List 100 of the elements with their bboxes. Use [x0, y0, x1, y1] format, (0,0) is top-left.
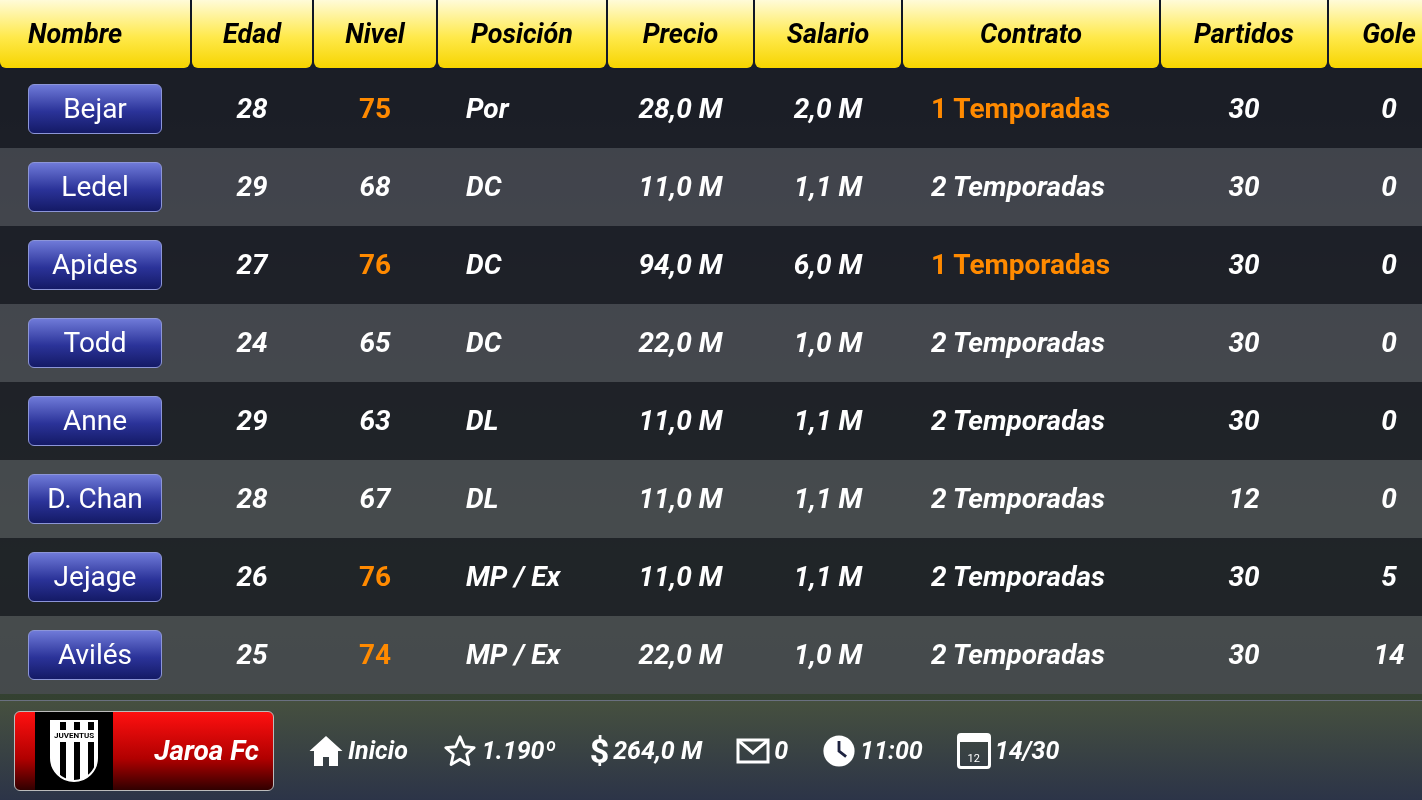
goals-cell-text: 5 — [1381, 559, 1397, 595]
table-row[interactable]: D. Chan 28 67 DL 11,0 M 1,1 M 2 Temporadas 12 0 — [0, 460, 1422, 538]
matches-cell-text: 30 — [1228, 559, 1260, 595]
position-cell: DL — [466, 482, 499, 515]
player-name-button[interactable]: Bejar — [28, 84, 162, 134]
salary-cell-text: 1,0 M — [793, 637, 863, 673]
status-text: 1.190º — [481, 734, 556, 767]
home-icon — [308, 733, 344, 768]
salary-cell-text: 1,0 M — [793, 325, 863, 361]
matches-cell-text: 12 — [1228, 481, 1260, 517]
price-cell-text: 22,0 M — [638, 325, 723, 361]
price-cell-text: 11,0 M — [638, 559, 723, 595]
status-text: 14/30 — [994, 734, 1060, 767]
contract-cell: 2 Temporadas — [931, 170, 1105, 203]
column-header: Edad — [192, 0, 312, 68]
goals-cell-text: 0 — [1381, 481, 1397, 517]
player-name-button[interactable]: Ledel — [28, 162, 162, 212]
star-icon — [441, 733, 478, 768]
salary-cell-text: 1,1 M — [793, 403, 863, 439]
level-cell-text: 67 — [359, 481, 391, 517]
status-text: Inicio — [348, 734, 408, 767]
column-header: Gole — [1329, 0, 1422, 68]
age-cell-text: 25 — [236, 637, 268, 673]
column-header: Salario — [755, 0, 901, 68]
level-cell-text: 65 — [359, 325, 391, 361]
matches-cell-text: 30 — [1228, 637, 1260, 673]
contract-cell: 2 Temporadas — [931, 482, 1105, 515]
age-cell-text: 29 — [236, 403, 268, 439]
salary-cell-text: 1,1 M — [793, 481, 863, 517]
position-cell: Por — [466, 92, 509, 125]
price-cell-text: 11,0 M — [638, 481, 723, 517]
age-cell-text: 26 — [236, 559, 268, 595]
contract-cell: 2 Temporadas — [931, 638, 1105, 671]
position-cell: DC — [466, 170, 502, 203]
dollar-icon: $ — [589, 733, 610, 768]
team-crest: JUVENTUS — [35, 711, 113, 790]
column-header: Nombre — [0, 0, 190, 68]
status-text: 0 — [774, 734, 789, 767]
matches-cell-text: 30 — [1228, 247, 1260, 283]
column-header: Nivel — [314, 0, 436, 68]
salary-cell-text: 1,1 M — [793, 559, 863, 595]
position-cell: MP / Ex — [466, 560, 561, 593]
level-cell-text: 74 — [358, 637, 392, 673]
age-cell-text: 24 — [236, 325, 268, 361]
table-row[interactable]: Anne 29 63 DL 11,0 M 1,1 M 2 Temporadas 30 0 — [0, 382, 1422, 460]
status-text: 11:00 — [860, 734, 923, 767]
age-cell-text: 27 — [236, 247, 268, 283]
team-name: Jaroa Fc — [154, 732, 259, 769]
player-name-button[interactable]: Todd — [28, 318, 162, 368]
matches-cell-text: 30 — [1228, 325, 1260, 361]
level-cell-text: 76 — [358, 559, 392, 595]
status-text: 264,0 M — [613, 734, 703, 767]
calendar-icon: 12 — [956, 732, 991, 769]
contract-cell: 1 Temporadas — [931, 92, 1111, 125]
player-name-button[interactable]: D. Chan — [28, 474, 162, 524]
goals-cell-text: 0 — [1381, 247, 1397, 283]
age-cell-text: 28 — [236, 91, 268, 127]
table-row[interactable]: Ledel 29 68 DC 11,0 M 1,1 M 2 Temporadas 30 0 — [0, 148, 1422, 226]
price-cell-text: 11,0 M — [638, 403, 723, 439]
age-cell-text: 28 — [236, 481, 268, 517]
age-cell-text: 29 — [236, 169, 268, 205]
table-row[interactable]: Apides 27 76 DC 94,0 M 6,0 M 1 Temporadas 30 0 — [0, 226, 1422, 304]
goals-cell-text: 0 — [1381, 91, 1397, 127]
contract-cell: 1 Temporadas — [931, 248, 1111, 281]
matches-cell-text: 30 — [1228, 169, 1260, 205]
position-cell: MP / Ex — [466, 638, 561, 671]
player-name-button[interactable]: Jejage — [28, 552, 162, 602]
clock-icon — [822, 733, 857, 768]
player-name-button[interactable]: Avilés — [28, 630, 162, 680]
price-cell-text: 94,0 M — [638, 247, 723, 283]
table-row[interactable]: Avilés 25 74 MP / Ex 22,0 M 1,0 M 2 Temporadas 30 14 — [0, 616, 1422, 694]
position-cell: DC — [466, 326, 502, 359]
level-cell-text: 68 — [359, 169, 391, 205]
matches-cell-text: 30 — [1228, 403, 1260, 439]
table-row[interactable]: Bejar 28 75 Por 28,0 M 2,0 M 1 Temporadas 30 0 — [0, 70, 1422, 148]
salary-cell-text: 2,0 M — [793, 91, 863, 127]
column-header: Contrato — [903, 0, 1159, 68]
level-cell-text: 75 — [358, 91, 392, 127]
column-header: Precio — [608, 0, 753, 68]
level-cell-text: 63 — [359, 403, 391, 439]
envelope-icon — [736, 737, 771, 764]
level-cell-text: 76 — [358, 247, 392, 283]
contract-cell: 2 Temporadas — [931, 404, 1105, 437]
price-cell-text: 22,0 M — [638, 637, 723, 673]
team-badge[interactable]: JUVENTUS Jaroa Fc — [14, 710, 274, 791]
position-cell: DL — [466, 404, 499, 437]
goals-cell-text: 0 — [1381, 325, 1397, 361]
price-cell-text: 11,0 M — [638, 169, 723, 205]
contract-cell: 2 Temporadas — [931, 326, 1105, 359]
table-row[interactable]: Todd 24 65 DC 22,0 M 1,0 M 2 Temporadas 30 0 — [0, 304, 1422, 382]
salary-cell-text: 6,0 M — [793, 247, 863, 283]
player-name-button[interactable]: Anne — [28, 396, 162, 446]
price-cell-text: 28,0 M — [638, 91, 723, 127]
column-header: Posición — [438, 0, 606, 68]
player-name-button[interactable]: Apides — [28, 240, 162, 290]
goals-cell-text: 14 — [1373, 637, 1405, 673]
matches-cell-text: 30 — [1228, 91, 1260, 127]
goals-cell-text: 0 — [1381, 403, 1397, 439]
contract-cell: 2 Temporadas — [931, 560, 1105, 593]
table-row[interactable]: Jejage 26 76 MP / Ex 11,0 M 1,1 M 2 Temporadas 30 5 — [0, 538, 1422, 616]
